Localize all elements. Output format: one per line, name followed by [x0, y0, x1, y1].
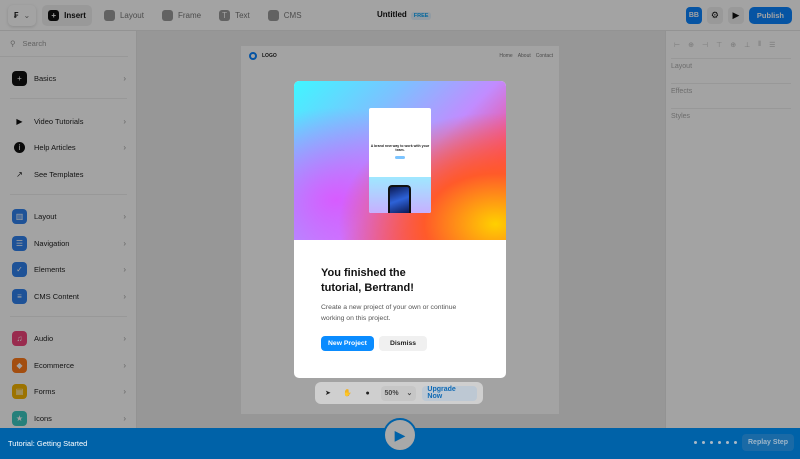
step-dots	[694, 441, 737, 444]
hand-icon[interactable]: ✋	[341, 386, 355, 400]
select-cursor-icon[interactable]: ➤	[321, 386, 335, 400]
upgrade-now-button[interactable]: Upgrade Now	[422, 385, 478, 401]
step-dot	[702, 441, 705, 444]
play-step-button[interactable]: ▶	[383, 418, 417, 452]
website-preview-image: A brand new way to work with your team.	[369, 108, 431, 213]
step-dot	[734, 441, 737, 444]
play-icon: ▶	[394, 426, 406, 443]
replay-step-button[interactable]: Replay Step	[742, 434, 795, 451]
hero-image: A brand new way to work with your team.	[294, 81, 506, 240]
step-dot	[694, 441, 697, 444]
modal-description: Create a new project of your own or cont…	[321, 304, 457, 322]
modal-title: You finished the tutorial, Bertrand!	[321, 267, 414, 294]
tutorial-complete-modal: A brand new way to work with your team. …	[294, 81, 506, 378]
chevron-down-icon: ⌄	[406, 390, 413, 397]
canvas-toolbar: ➤ ✋ ● 50% ⌄ Upgrade Now	[315, 382, 483, 404]
step-dot	[718, 441, 721, 444]
tutorial-label: Tutorial: Getting Started	[8, 439, 88, 448]
step-dot	[710, 441, 713, 444]
dismiss-button[interactable]: Dismiss	[379, 336, 427, 351]
step-dot	[726, 441, 729, 444]
zoom-select[interactable]: 50% ⌄	[380, 385, 417, 401]
comment-icon[interactable]: ●	[361, 386, 375, 400]
new-project-button[interactable]: New Project	[321, 336, 374, 351]
